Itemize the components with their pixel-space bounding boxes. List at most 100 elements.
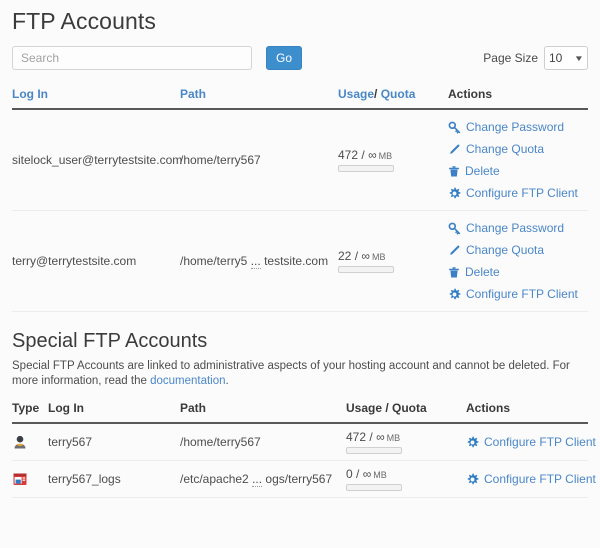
cell-usage: 22 / ∞MB — [338, 211, 448, 312]
special-ftp-accounts-body: terry567 /home/terry567 472 / ∞MB — [12, 423, 588, 498]
cell-path: /home/terry567 — [180, 109, 338, 211]
cell-login: terry567 — [48, 423, 180, 461]
header-path: Path — [180, 401, 346, 423]
pencil-icon — [448, 143, 461, 156]
cell-actions: Configure FTP Client — [466, 461, 588, 498]
logs-icon — [12, 471, 28, 487]
special-accounts-description: Special FTP Accounts are linked to admin… — [12, 359, 582, 389]
usage-unit: MB — [372, 252, 386, 262]
configure-ftp-client-link[interactable]: Configure FTP Client — [448, 283, 588, 305]
header-actions: Actions — [448, 87, 588, 109]
cell-type — [12, 461, 48, 498]
usage-text: 0 / ∞MB — [346, 467, 466, 481]
header-login: Log In — [48, 401, 180, 423]
configure-ftp-client-label: Configure FTP Client — [466, 185, 578, 201]
usage-text: 472 / ∞MB — [346, 430, 466, 444]
header-type: Type — [12, 401, 48, 423]
change-password-label: Change Password — [466, 119, 564, 135]
usage-unit: MB — [379, 151, 393, 161]
ftp-accounts-page: FTP Accounts Go Page Size 10 ▼ Log In Pa… — [0, 8, 600, 498]
cell-path: /home/terry5 ... testsite.com — [180, 211, 338, 312]
header-login: Log In — [12, 87, 180, 109]
page-size-select[interactable]: 10 ▼ — [544, 46, 588, 70]
cell-usage: 472 / ∞MB — [346, 423, 466, 461]
usage-value: 472 — [338, 148, 358, 162]
cell-path: /home/terry567 — [180, 423, 346, 461]
header-usage-quota: Usage / Quota — [346, 401, 466, 423]
usage-unit: MB — [373, 470, 387, 480]
go-button[interactable]: Go — [266, 46, 302, 70]
gear-icon — [466, 436, 479, 449]
header-usage-quota: Usage/ Quota — [338, 87, 448, 109]
usage-separator: / — [356, 467, 359, 481]
configure-ftp-client-link[interactable]: Configure FTP Client — [466, 431, 588, 453]
change-quota-label: Change Quota — [466, 141, 544, 157]
path-truncation-indicator[interactable]: ... — [251, 254, 261, 269]
gear-icon — [466, 473, 479, 486]
delete-link[interactable]: Delete — [448, 160, 588, 182]
change-quota-link[interactable]: Change Quota — [448, 239, 588, 261]
description-text-before: Special FTP Accounts are linked to admin… — [12, 360, 570, 387]
cell-actions: Change Password Change Quota — [448, 109, 588, 211]
change-quota-label: Change Quota — [466, 242, 544, 258]
usage-meter — [338, 266, 394, 273]
usage-separator: / — [369, 430, 372, 444]
key-icon — [448, 222, 461, 235]
path-prefix: /etc/apache2 — [180, 472, 249, 486]
search-input[interactable] — [12, 46, 252, 70]
configure-ftp-client-link[interactable]: Configure FTP Client — [448, 182, 588, 204]
user-avatar-icon — [12, 434, 28, 450]
cell-login: terry@terrytestsite.com — [12, 211, 180, 312]
delete-link[interactable]: Delete — [448, 261, 588, 283]
ftp-accounts-body: sitelock_user@terrytestsite.com /home/te… — [12, 109, 588, 312]
usage-value: 472 — [346, 430, 366, 444]
cell-usage: 472 / ∞MB — [338, 109, 448, 211]
key-icon — [448, 121, 461, 134]
path-truncation-indicator[interactable]: ... — [252, 472, 262, 487]
description-text-after: . — [226, 375, 229, 387]
path-suffix: testsite.com — [264, 254, 328, 268]
pencil-icon — [448, 244, 461, 257]
change-quota-link[interactable]: Change Quota — [448, 138, 588, 160]
quota-value: ∞ — [361, 249, 370, 263]
trash-icon — [448, 165, 460, 178]
sort-path-link[interactable]: Path — [180, 87, 206, 101]
usage-unit: MB — [387, 433, 401, 443]
gear-icon — [448, 288, 461, 301]
page-size-value: 10 — [549, 51, 562, 65]
page-size-control: Page Size 10 ▼ — [483, 46, 588, 70]
quota-value: ∞ — [376, 430, 385, 444]
cell-actions: Change Password Change Quota — [448, 211, 588, 312]
delete-label: Delete — [465, 163, 500, 179]
sort-quota-link[interactable]: Quota — [381, 87, 416, 101]
chevron-down-icon: ▼ — [574, 54, 584, 63]
usage-text: 472 / ∞MB — [338, 148, 448, 162]
configure-ftp-client-link[interactable]: Configure FTP Client — [466, 468, 588, 490]
page-title: FTP Accounts — [12, 8, 588, 35]
cell-login: terry567_logs — [48, 461, 180, 498]
header-actions: Actions — [466, 401, 588, 423]
table-header-row: Log In Path Usage/ Quota Actions — [12, 87, 588, 109]
special-ftp-accounts-table: Type Log In Path Usage / Quota Actions t… — [12, 401, 588, 498]
special-accounts-title: Special FTP Accounts — [12, 330, 588, 353]
usage-value: 0 — [346, 467, 353, 481]
delete-label: Delete — [465, 264, 500, 280]
trash-icon — [448, 266, 460, 279]
change-password-link[interactable]: Change Password — [448, 116, 588, 138]
usage-meter — [346, 484, 402, 491]
documentation-link[interactable]: documentation — [150, 375, 225, 387]
sort-usage-link[interactable]: Usage — [338, 87, 374, 101]
table-row: terry567 /home/terry567 472 / ∞MB — [12, 423, 588, 461]
usage-meter — [338, 165, 394, 172]
table-row: terry@terrytestsite.com /home/terry5 ...… — [12, 211, 588, 312]
table-row: terry567_logs /etc/apache2 ... ogs/terry… — [12, 461, 588, 498]
path-suffix: ogs/terry567 — [265, 472, 332, 486]
path-prefix: /home/terry5 — [180, 254, 247, 268]
cell-usage: 0 / ∞MB — [346, 461, 466, 498]
usage-separator: / — [361, 148, 364, 162]
change-password-label: Change Password — [466, 220, 564, 236]
change-password-link[interactable]: Change Password — [448, 217, 588, 239]
sort-login-link[interactable]: Log In — [12, 87, 48, 101]
header-separator: / — [374, 87, 377, 101]
cell-login: sitelock_user@terrytestsite.com — [12, 109, 180, 211]
